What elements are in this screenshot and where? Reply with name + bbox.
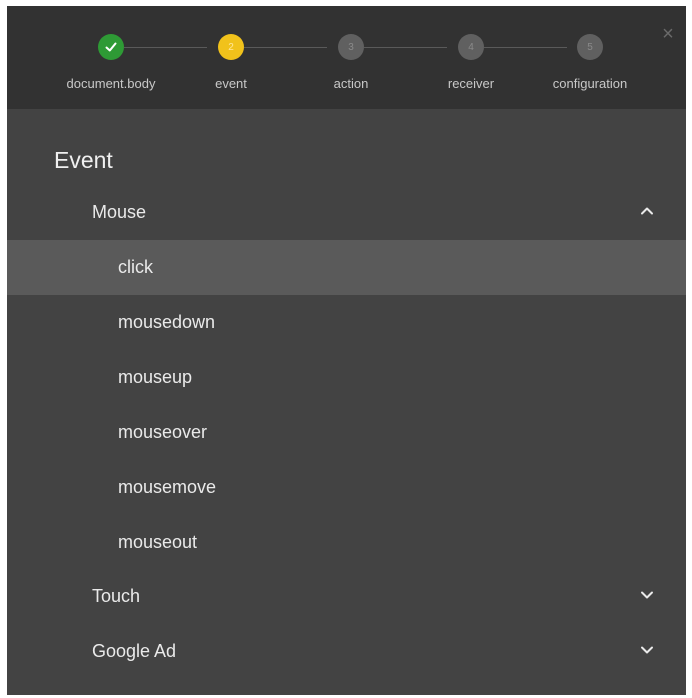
chevron-up-icon xyxy=(641,207,653,215)
step-event[interactable]: 2 event xyxy=(166,34,296,91)
event-label: mouseover xyxy=(118,422,208,442)
group-label: Mouse xyxy=(92,202,147,222)
step-5-circle: 5 xyxy=(577,34,603,60)
step-label: receiver xyxy=(447,76,495,91)
event-label: mouseup xyxy=(118,367,193,387)
step-label: document.body xyxy=(66,76,156,91)
step-label: event xyxy=(215,76,247,91)
checkmark-icon xyxy=(105,42,117,52)
event-item-mouseover[interactable]: mouseover xyxy=(7,405,686,460)
event-label: click xyxy=(118,257,153,277)
step-label: action xyxy=(333,76,369,91)
event-item-click[interactable]: click xyxy=(7,240,686,295)
step-document-body[interactable]: document.body xyxy=(46,34,176,91)
event-picker-dialog: document.body 2 event 3 action 4 receive… xyxy=(7,6,686,695)
event-label: mousemove xyxy=(118,477,217,497)
section-title: Event xyxy=(54,147,113,173)
step-label: configuration xyxy=(552,76,628,91)
step-4-circle: 4 xyxy=(458,34,484,60)
chevron-down-icon xyxy=(641,591,653,599)
close-button[interactable]: × xyxy=(658,24,678,44)
group-header-mouse[interactable]: Mouse xyxy=(7,192,686,232)
event-item-mousemove[interactable]: mousemove xyxy=(7,460,686,515)
event-label: mouseout xyxy=(118,532,198,552)
step-1-circle xyxy=(98,34,124,60)
event-item-mousedown[interactable]: mousedown xyxy=(7,295,686,350)
wizard-stepper: document.body 2 event 3 action 4 receive… xyxy=(7,6,686,109)
step-configuration[interactable]: 5 configuration xyxy=(525,34,655,91)
step-3-circle: 3 xyxy=(338,34,364,60)
group-header-touch[interactable]: Touch xyxy=(7,576,686,616)
event-item-mouseout[interactable]: mouseout xyxy=(7,515,686,570)
step-2-circle: 2 xyxy=(218,34,244,60)
event-label: mousedown xyxy=(118,312,216,332)
group-header-google-ad[interactable]: Google Ad xyxy=(7,631,686,671)
step-receiver[interactable]: 4 receiver xyxy=(406,34,536,91)
chevron-down-icon xyxy=(641,646,653,654)
event-item-mouseup[interactable]: mouseup xyxy=(7,350,686,405)
group-label: Google Ad xyxy=(92,641,177,661)
group-label: Touch xyxy=(92,586,141,606)
close-icon: × xyxy=(662,23,674,45)
step-action[interactable]: 3 action xyxy=(286,34,416,91)
